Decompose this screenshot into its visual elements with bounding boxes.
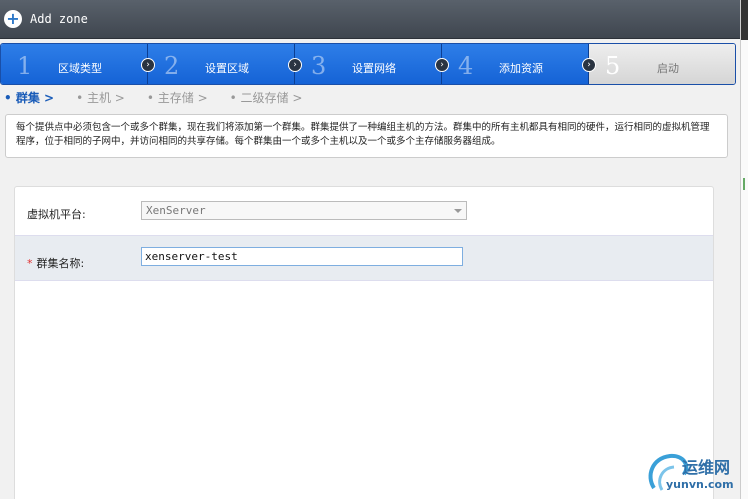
cluster-name-row: * 群集名称: xyxy=(15,235,713,281)
hypervisor-label: 虚拟机平台: xyxy=(27,208,86,221)
cluster-name-input[interactable] xyxy=(141,247,463,266)
step-add-resources[interactable]: 4 添加资源 › xyxy=(442,44,596,84)
watermark-logo: 运维网 yunvn.com xyxy=(644,448,744,496)
cluster-form: 虚拟机平台: XenServer * 群集名称: xyxy=(14,186,714,499)
chevron-right-icon: › xyxy=(141,58,155,72)
step-label: 设置区域 xyxy=(205,62,249,75)
chevron-right-icon: › xyxy=(582,58,596,72)
chevron-right-icon: › xyxy=(435,58,449,72)
subnav-cluster[interactable]: • 群集 > xyxy=(4,89,54,105)
step-setup-zone[interactable]: 2 设置区域 › xyxy=(148,44,302,84)
subnav-primary-storage: • 主存储 > xyxy=(146,91,208,105)
step-label: 设置网络 xyxy=(352,62,396,75)
required-mark: * xyxy=(27,257,33,270)
watermark-cn: 运维网 xyxy=(682,458,731,477)
cluster-description: 每个提供点中必须包含一个或多个群集，现在我们将添加第一个群集。群集提供了一种编组… xyxy=(5,114,728,158)
step-label: 启动 xyxy=(657,62,679,75)
resource-subnav: • 群集 > • 主机 > • 主存储 > • 二级存储 > xyxy=(4,89,324,105)
step-label: 添加资源 xyxy=(499,62,543,75)
chevron-down-icon xyxy=(454,209,462,213)
subnav-host: • 主机 > xyxy=(76,91,125,105)
plus-circle-icon: + xyxy=(4,10,22,28)
step-label: 区域类型 xyxy=(58,62,102,75)
step-launch: 5 启动 xyxy=(589,44,735,84)
subnav-secondary-storage: • 二级存储 > xyxy=(229,91,303,105)
window-titlebar: + Add zone xyxy=(0,0,740,39)
cluster-name-label: 群集名称: xyxy=(36,257,85,270)
step-setup-network[interactable]: 3 设置网络 › xyxy=(295,44,449,84)
wizard-steps: 1 区域类型 › 2 设置区域 › 3 设置网络 › 4 添加资源 › 5 启动 xyxy=(0,43,736,85)
step-zone-type[interactable]: 1 区域类型 › xyxy=(1,44,155,84)
hypervisor-value: XenServer xyxy=(146,204,206,217)
hypervisor-select[interactable]: XenServer xyxy=(141,201,467,220)
hypervisor-row: 虚拟机平台: XenServer xyxy=(15,187,713,235)
background-window-edge xyxy=(740,0,748,499)
watermark-en: yunvn.com xyxy=(666,478,734,491)
window-title: Add zone xyxy=(30,12,88,26)
chevron-right-icon: › xyxy=(288,58,302,72)
